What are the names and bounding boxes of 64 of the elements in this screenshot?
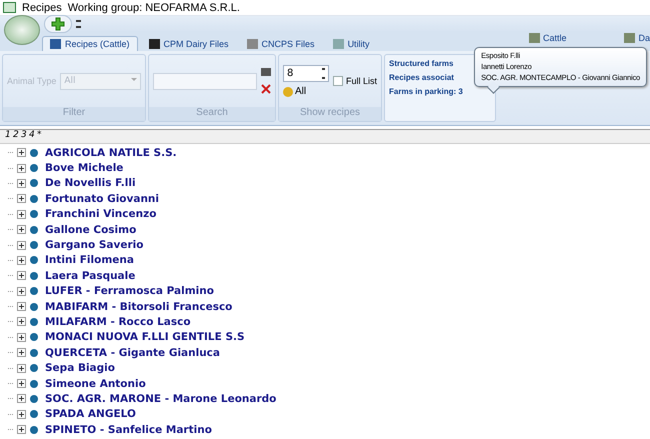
- tree-item[interactable]: SOC. AGR. MARONE - Marone Leonardo: [45, 392, 276, 405]
- expand-icon[interactable]: [17, 348, 26, 358]
- working-group-label: Working group: NEOFARMA S.R.L.: [68, 2, 240, 14]
- tree-item[interactable]: De Novellis F.lli: [45, 177, 136, 190]
- group-label: Show recipes: [279, 107, 381, 121]
- tree-item[interactable]: MABIFARM - Bitorsoli Francesco: [45, 300, 232, 313]
- level-button[interactable]: 2: [13, 130, 20, 143]
- info-label: Recipes associat: [389, 73, 454, 82]
- tree-item[interactable]: Bove Michele: [45, 162, 124, 174]
- expand-icon[interactable]: [17, 425, 26, 434]
- expand-icon[interactable]: [17, 148, 26, 158]
- tree-item[interactable]: Simeone Antonio: [45, 378, 146, 390]
- expand-icon[interactable]: [17, 379, 26, 388]
- expand-icon[interactable]: [17, 317, 26, 326]
- tree-item[interactable]: Gargano Saverio: [45, 239, 144, 252]
- level-button[interactable]: 4: [29, 130, 36, 143]
- expand-icon[interactable]: [17, 394, 26, 404]
- expand-icon[interactable]: [17, 256, 26, 265]
- tree-item[interactable]: Sepa Biagio: [45, 362, 115, 374]
- ribbon-tab[interactable]: Da: [624, 33, 650, 43]
- tree-item[interactable]: Fortunato Giovanni: [45, 192, 159, 205]
- expand-icon[interactable]: [17, 364, 26, 373]
- tree-item[interactable]: Gallone Cosimo: [45, 224, 136, 236]
- expand-icon[interactable]: [17, 271, 26, 280]
- expand-icon[interactable]: [17, 332, 26, 342]
- expand-icon[interactable]: [17, 194, 26, 204]
- tree-item[interactable]: QUERCETA - Gigante Gianluca: [45, 346, 220, 359]
- ribbon-tab[interactable]: CPM Dairy Files: [142, 37, 236, 51]
- info-label: Farms in parking: 3: [389, 87, 463, 96]
- full-list-checkbox[interactable]: Full List: [333, 76, 378, 86]
- expand-icon[interactable]: [17, 286, 26, 296]
- window-title: Recipes: [22, 2, 62, 14]
- clear-filter-icon[interactable]: [261, 84, 271, 94]
- expand-icon[interactable]: [17, 410, 26, 419]
- expand-icon[interactable]: [17, 302, 26, 312]
- add-icon[interactable]: [44, 15, 72, 33]
- tree-item[interactable]: MONACI NUOVA F.LLI GENTILE S.S: [45, 331, 245, 344]
- level-button[interactable]: *: [37, 130, 44, 143]
- tree-item[interactable]: SPADA ANGELO: [45, 408, 136, 420]
- ribbon-tab[interactable]: Recipes (Cattle): [42, 36, 138, 51]
- group-label: Search: [149, 107, 275, 121]
- tree-item[interactable]: MILAFARM - Rocco Lasco: [45, 316, 191, 328]
- tree-item[interactable]: SPINETO - Sanfelice Martino: [45, 424, 212, 436]
- ribbon-tab[interactable]: Cattle: [528, 33, 566, 43]
- tree-item[interactable]: Intini Filomena: [45, 254, 134, 266]
- all-button[interactable]: All: [283, 86, 329, 97]
- group-label: Filter: [3, 107, 145, 121]
- tree-item[interactable]: Franchini Vincenzo: [45, 208, 156, 220]
- ribbon-tab[interactable]: Utility: [326, 37, 377, 51]
- expand-icon[interactable]: [17, 178, 26, 188]
- count-spinner[interactable]: 8: [283, 65, 329, 82]
- tree-item[interactable]: AGRICOLA NATILE S.S.: [45, 146, 177, 159]
- search-field[interactable]: [153, 72, 257, 90]
- info-label: Structured farms: [389, 59, 454, 68]
- expand-icon[interactable]: [17, 210, 26, 219]
- tree-item[interactable]: Laera Pasquale: [45, 270, 136, 282]
- expand-icon[interactable]: [17, 240, 26, 250]
- level-button[interactable]: 1: [5, 130, 12, 143]
- tree-item[interactable]: LUFER - Ferramosca Palmino: [45, 285, 214, 298]
- level-button[interactable]: 3: [21, 130, 28, 143]
- expand-icon[interactable]: [17, 225, 26, 234]
- expand-icon[interactable]: [17, 164, 26, 173]
- app-icon: [3, 2, 16, 13]
- ribbon-tab[interactable]: CNCPS Files: [240, 37, 322, 51]
